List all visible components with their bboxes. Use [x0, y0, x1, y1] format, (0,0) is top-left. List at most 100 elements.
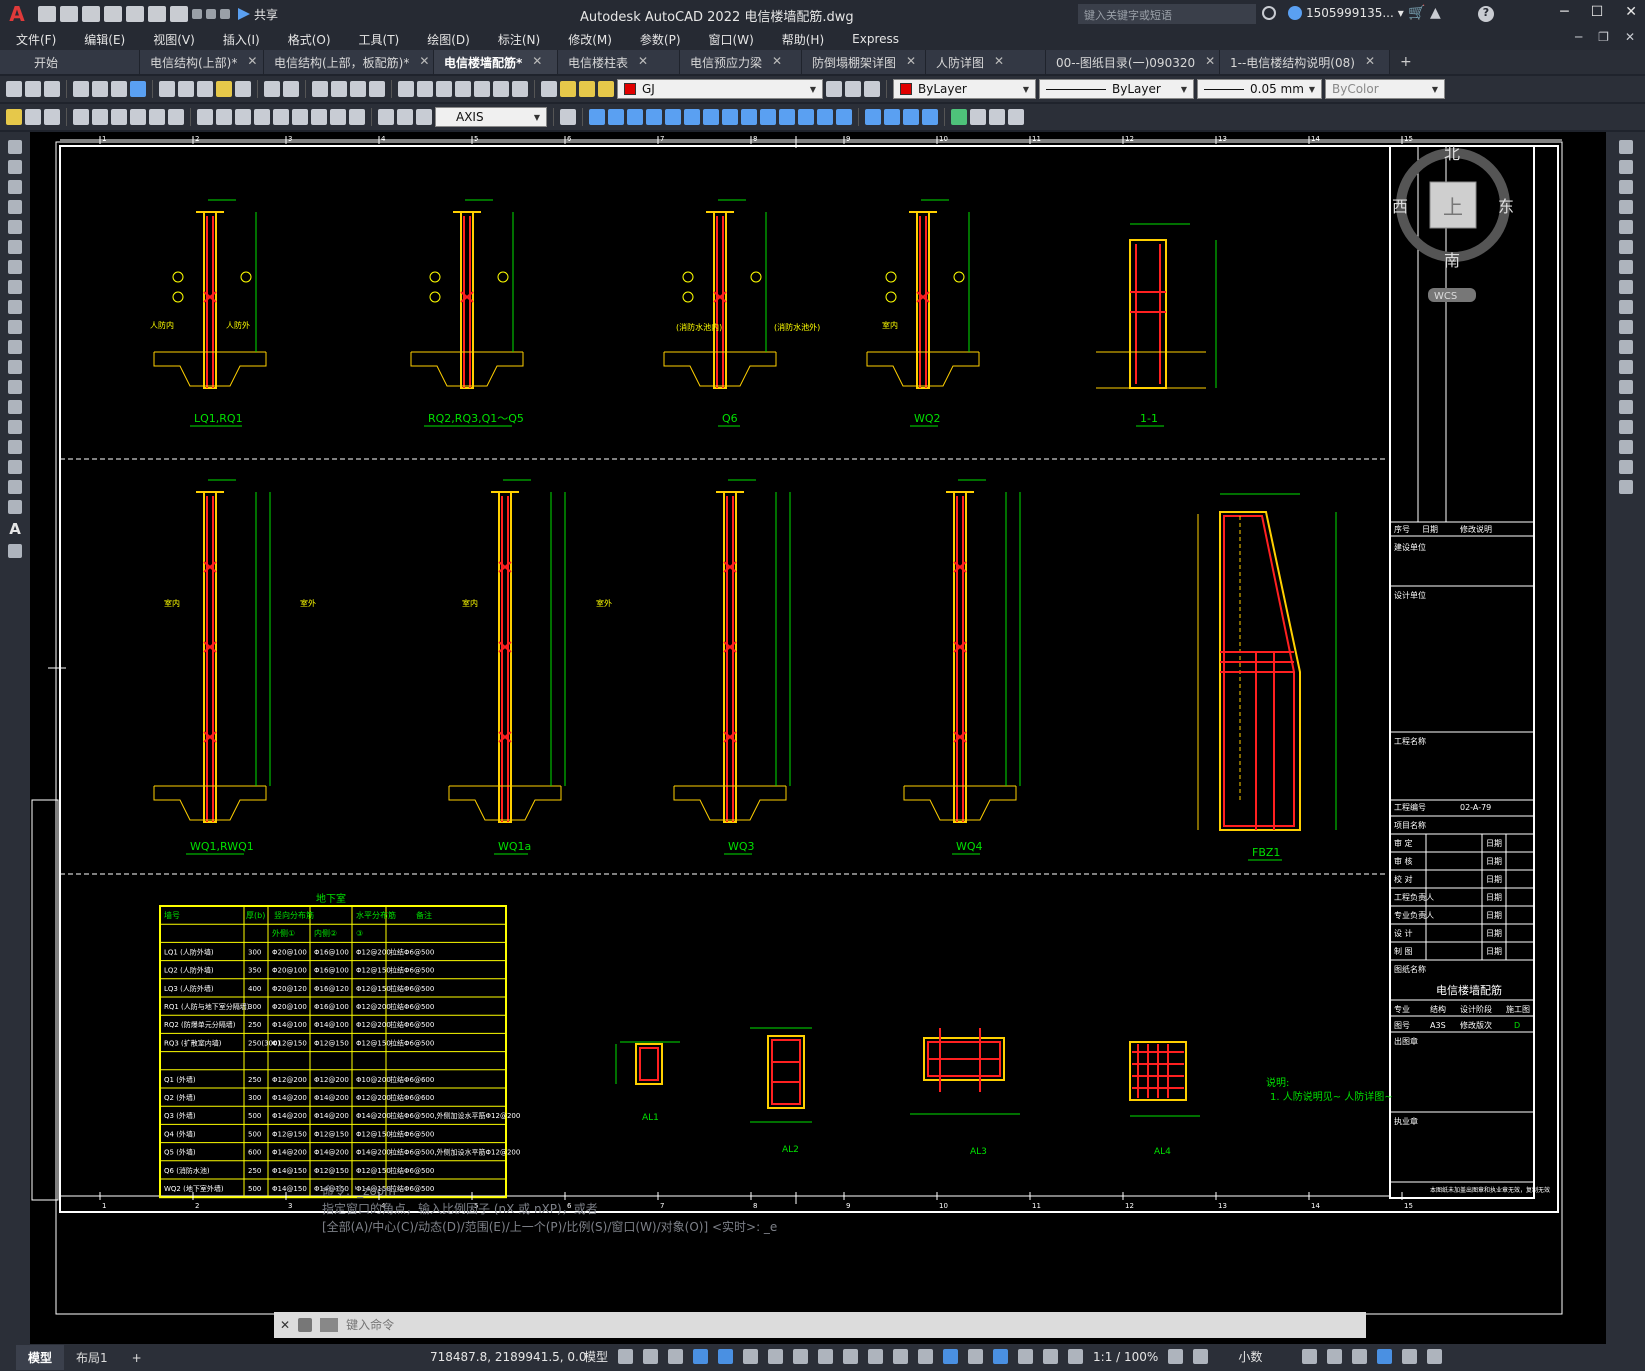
maximize-button[interactable]: ☐ [1591, 4, 1604, 20]
stretch-icon[interactable] [1618, 300, 1633, 314]
gradient-icon[interactable] [8, 440, 22, 454]
redo-icon[interactable] [206, 9, 216, 19]
tab-file[interactable]: 电信结构(上部)* ✕ [140, 50, 264, 74]
isodraft-icon[interactable] [768, 1349, 784, 1364]
zoom-previous-icon[interactable] [369, 81, 385, 97]
region-icon[interactable] [8, 460, 22, 474]
open-icon[interactable] [25, 81, 41, 97]
polyline-icon[interactable] [8, 180, 22, 194]
annotation-visibility-icon[interactable] [1018, 1349, 1034, 1364]
mirror-icon[interactable] [1618, 180, 1633, 194]
offset-icon[interactable] [1618, 200, 1633, 214]
new-tab-button[interactable]: + [1390, 50, 1422, 74]
object-snap-tracking-icon[interactable] [793, 1349, 809, 1364]
app-menu-button[interactable]: A [0, 0, 34, 28]
share-button[interactable]: 共享 [238, 6, 278, 23]
annotation-scale-icon[interactable] [1068, 1349, 1084, 1364]
coordinates-readout[interactable]: 718487.8, 2189941.5, 0.0 [430, 1350, 587, 1364]
extend-icon[interactable] [1618, 340, 1633, 354]
help-icon[interactable]: ? [1478, 6, 1494, 22]
quick-dim-icon[interactable] [197, 109, 213, 125]
close-tab-icon[interactable]: ✕ [994, 54, 1004, 70]
match-properties-icon[interactable] [216, 81, 232, 97]
tab-file[interactable]: 电信楼柱表 ✕ [558, 50, 680, 74]
ellipse-arc-icon[interactable] [8, 340, 22, 354]
open-web-icon[interactable] [126, 6, 144, 22]
drawing-canvas[interactable]: 序号 日期 修改说明 建设单位 设计单位 工程名称 工程编号 02-A-79 项… [30, 132, 1606, 1344]
radius-icon[interactable] [111, 109, 127, 125]
help-icon[interactable] [512, 81, 528, 97]
doc-restore-button[interactable]: ❐ [1598, 30, 1609, 44]
tab-file[interactable]: 人防详图 ✕ [926, 50, 1046, 74]
cart-icon[interactable]: 🛒 [1408, 5, 1425, 21]
object-snap-icon[interactable] [818, 1349, 834, 1364]
hatch-icon[interactable] [8, 420, 22, 434]
layer-thaw-icon[interactable] [579, 81, 595, 97]
search-input[interactable]: 键入关键字或短语 [1078, 4, 1256, 24]
viewcube-west[interactable]: 西 [1392, 197, 1408, 216]
3d-osnap-icon[interactable] [918, 1349, 934, 1364]
spline-icon[interactable] [8, 300, 22, 314]
dynamic-ucs-icon[interactable] [943, 1349, 959, 1364]
copy-object-icon[interactable] [1618, 160, 1633, 174]
doc-close-button[interactable]: ✕ [1625, 30, 1635, 44]
imprint-icon[interactable] [1008, 109, 1024, 125]
close-tab-icon[interactable]: ✕ [532, 54, 542, 70]
sweep-icon[interactable] [798, 109, 814, 125]
pan-icon[interactable] [312, 81, 328, 97]
new-icon[interactable] [38, 6, 56, 22]
dynamic-input-icon[interactable] [693, 1349, 709, 1364]
menu-edit[interactable]: 编辑(E) [84, 31, 125, 48]
dim-text-edit-icon[interactable] [397, 109, 413, 125]
autodesk-app-icon[interactable]: ▲ [1430, 5, 1441, 21]
dim-update-icon[interactable] [416, 109, 432, 125]
properties-icon[interactable] [398, 81, 414, 97]
diameter-icon[interactable] [149, 109, 165, 125]
tab-file[interactable]: 电信预应力梁 ✕ [680, 50, 802, 74]
clean-screen-icon[interactable] [1402, 1349, 1418, 1364]
menu-tools[interactable]: 工具(T) [359, 31, 400, 48]
model-space-toggle[interactable]: 模型 [584, 1348, 608, 1365]
close-tab-icon[interactable]: ✕ [419, 54, 429, 70]
annotation-monitor-icon[interactable] [1193, 1349, 1209, 1364]
layer-on-icon[interactable] [560, 81, 576, 97]
line-icon[interactable] [8, 140, 22, 154]
rotate-icon[interactable] [1618, 260, 1633, 274]
3d-move-icon[interactable] [922, 109, 938, 125]
plotstyle-dropdown[interactable]: ByColor ▼ [1325, 79, 1445, 99]
menu-draw[interactable]: 绘图(D) [427, 31, 470, 48]
publish-icon[interactable] [111, 81, 127, 97]
revision-cloud-icon[interactable] [8, 280, 22, 294]
multiline-text-icon[interactable] [8, 500, 22, 514]
minimize-button[interactable]: ─ [1560, 4, 1568, 20]
annotation-scale-value[interactable]: 1:1 / 100% [1093, 1350, 1158, 1364]
cut-icon[interactable] [159, 81, 175, 97]
subtract-icon[interactable] [884, 109, 900, 125]
3d-dwf-icon[interactable] [130, 81, 146, 97]
revolve-icon[interactable] [817, 109, 833, 125]
make-current-icon[interactable] [826, 81, 842, 97]
fillet-icon[interactable] [1618, 440, 1633, 454]
graphics-performance-icon[interactable] [1377, 1349, 1393, 1364]
selection-filter-icon[interactable] [968, 1349, 984, 1364]
menu-help[interactable]: 帮助(H) [782, 31, 824, 48]
customize-icon[interactable] [298, 1318, 313, 1332]
zoom-window-icon[interactable] [350, 81, 366, 97]
layer-state-icon[interactable] [864, 81, 880, 97]
close-icon[interactable]: ✕ [280, 1318, 290, 1332]
layer-dropdown[interactable]: GJ ▼ [617, 79, 823, 99]
tab-file[interactable]: 防倒塌棚架详图 ✕ [802, 50, 926, 74]
tab-model[interactable]: 模型 [16, 1345, 65, 1370]
close-button[interactable]: ✕ [1625, 4, 1637, 20]
jogged-linear-icon[interactable] [349, 109, 365, 125]
new-icon[interactable] [6, 81, 22, 97]
infer-constraints-icon[interactable] [668, 1349, 684, 1364]
scale-icon[interactable] [1618, 280, 1633, 294]
quickcalc-icon[interactable] [493, 81, 509, 97]
point-icon[interactable] [8, 400, 22, 414]
break-icon[interactable] [1618, 380, 1633, 394]
recent-commands-icon[interactable] [320, 1318, 339, 1332]
inspection-icon[interactable] [330, 109, 346, 125]
blend-curves-icon[interactable] [1618, 460, 1633, 474]
ortho-icon[interactable] [718, 1349, 734, 1364]
